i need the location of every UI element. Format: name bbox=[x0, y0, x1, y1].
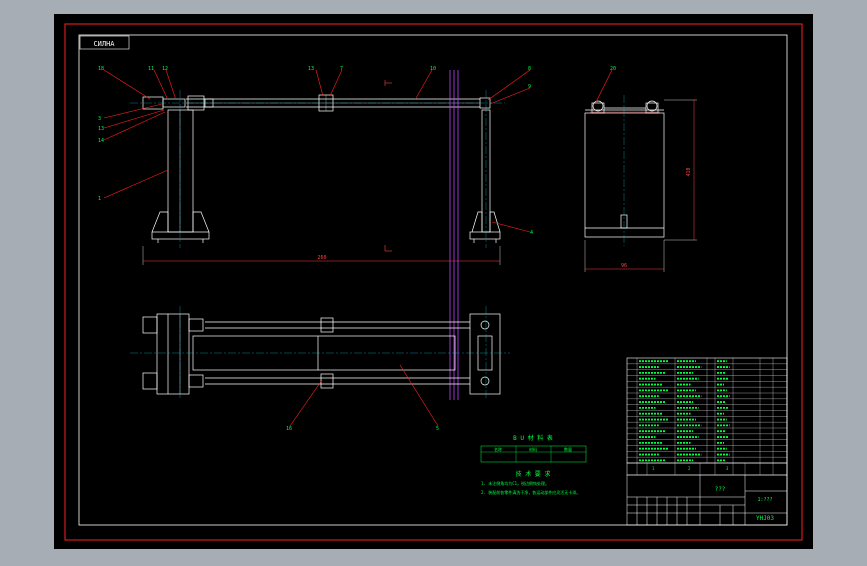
callout-7: 7 bbox=[340, 66, 343, 72]
callout-20: 20 bbox=[610, 66, 616, 72]
overall-length-label: 260 bbox=[317, 255, 326, 261]
drawing-number: YHJ03 bbox=[756, 515, 774, 522]
callout-12: 12 bbox=[162, 66, 168, 72]
spec-header-material: 材料 bbox=[529, 446, 537, 452]
callout-4: 4 bbox=[530, 230, 533, 236]
callout-13: 13 bbox=[308, 66, 314, 72]
part-name: ??? bbox=[715, 486, 726, 493]
spec-table-title: B U 材 料 表 bbox=[513, 434, 553, 442]
stamp-text: СИЛНА bbox=[93, 40, 115, 48]
spec-header-qty: 数量 bbox=[564, 446, 572, 452]
callout-16: 16 bbox=[286, 426, 292, 432]
notes-title: 技 术 要 求 bbox=[516, 470, 551, 478]
callout-18: 18 bbox=[98, 66, 104, 72]
callout-10: 10 bbox=[430, 66, 436, 72]
callout-8: 8 bbox=[528, 66, 531, 72]
sheet-background bbox=[54, 14, 813, 549]
note-line-2: 2. 装配前各零件清洗干净，各运动部件应灵活无卡滞。 bbox=[481, 489, 580, 495]
side-height-label: 410 bbox=[686, 167, 692, 176]
side-width-label: 96 bbox=[621, 263, 627, 269]
callout-3: 3 bbox=[98, 116, 101, 122]
callout-1: 1 bbox=[98, 196, 101, 202]
callout-11: 11 bbox=[148, 66, 154, 72]
drawing-sheet[interactable]: СИЛНА 260 410 96 18 11 12 13 7 10 8 9 3 … bbox=[0, 0, 867, 562]
callout-14: 14 bbox=[98, 138, 104, 144]
spec-header-name: 名称 bbox=[494, 446, 502, 452]
callout-9: 9 bbox=[528, 84, 531, 90]
scale: 1:??? bbox=[757, 497, 772, 503]
callout-13b: 13 bbox=[98, 126, 104, 132]
cad-viewport[interactable]: СИЛНА 260 410 96 18 11 12 13 7 10 8 9 3 … bbox=[0, 0, 867, 562]
callout-5: 5 bbox=[436, 426, 439, 432]
note-line-1: 1. 未注倒角均为C1，锐边倒钝处理。 bbox=[481, 480, 549, 486]
